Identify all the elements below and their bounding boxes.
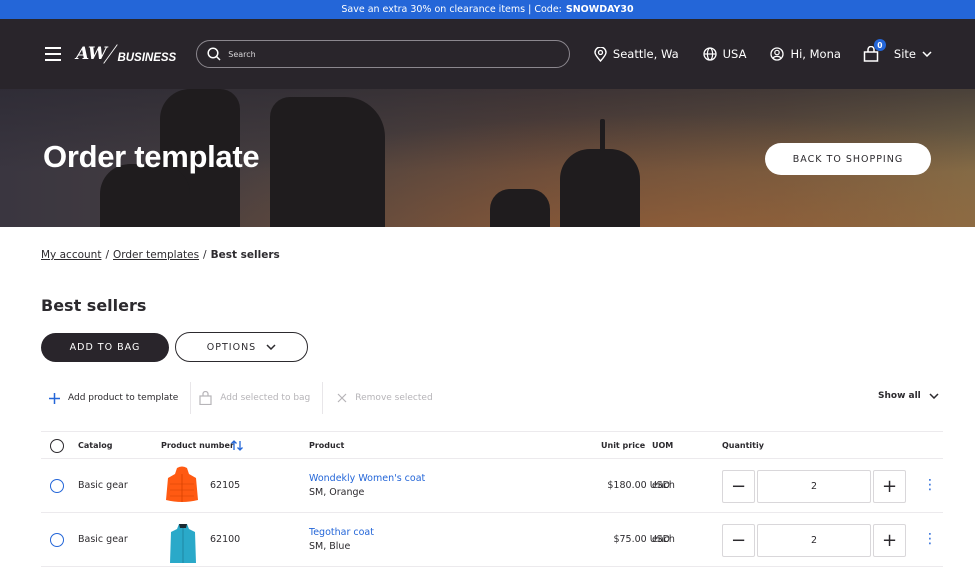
product-variant: SM, Orange [309,487,365,498]
breadcrumb-order-templates[interactable]: Order templates [113,249,199,261]
search-box[interactable] [196,40,571,68]
header-product: Product [309,441,345,450]
catalog-cell: Basic gear [78,480,128,491]
shopping-bag-button[interactable]: 0 [863,39,886,62]
back-to-shopping-button[interactable]: BACK TO SHOPPING [765,143,931,175]
add-product-label: Add product to template [68,393,179,403]
uom-cell: each [652,534,675,545]
plus-icon [49,392,60,404]
greeting-label: Hi, Mona [790,47,841,61]
user-icon [770,47,785,61]
decrease-quantity-button[interactable]: − [722,470,755,503]
table-row: Basic gear 62100 Tegothar coat SM, Blue … [41,513,943,567]
logo[interactable]: AW BUSINESS [76,44,176,64]
order-template-table: Catalog Product number Product Unit pric… [41,431,943,567]
product-name-link[interactable]: Tegothar coat [309,527,374,538]
hero-rock-middle [270,97,385,227]
quantity-input[interactable] [757,470,871,503]
header-quantity: Quantitiy [722,441,764,450]
header-uom: UOM [652,441,674,450]
show-all-label: Show all [878,391,921,401]
search-input[interactable] [228,49,529,59]
breadcrumb: My account / Order templates / Best sell… [41,249,280,261]
remove-selected-label: Remove selected [355,393,433,403]
decrease-quantity-button[interactable]: − [722,524,755,557]
breadcrumb-separator: / [105,249,109,261]
breadcrumb-separator: / [203,249,207,261]
hero-rock-right [560,149,640,227]
chevron-down-icon [922,51,932,57]
location-selector[interactable]: Seattle, Wa [594,46,679,62]
country-selector[interactable]: USA [702,47,747,61]
sort-icon[interactable] [231,440,243,451]
shopping-bag-icon [199,391,212,405]
menu-icon[interactable] [45,47,61,61]
add-to-bag-button[interactable]: ADD TO BAG [41,333,169,362]
product-name-link[interactable]: Wondekly Women's coat [309,473,425,484]
page-hero-title: Order template [43,139,260,174]
site-selector[interactable]: Site [894,47,932,61]
chevron-down-icon [929,393,939,399]
show-all-dropdown[interactable]: Show all [878,391,939,401]
close-icon [337,393,347,403]
row-select-radio[interactable] [50,533,64,547]
search-icon [207,47,221,61]
site-header: AW BUSINESS Seattle, Wa USA Hi, Mona 0 S… [0,19,975,89]
table-row: Basic gear 62105 Wondekly Women's coat S… [41,459,943,513]
more-options-icon[interactable]: ⋮ [923,478,937,492]
quantity-input[interactable] [757,524,871,557]
select-all-radio[interactable] [50,439,64,453]
logo-main: AW [76,44,107,64]
hero-hiker [600,119,605,151]
add-selected-to-bag-button[interactable]: Add selected to bag [191,382,322,414]
more-options-icon[interactable]: ⋮ [923,532,937,546]
template-toolbar: Add product to template Add selected to … [41,382,445,414]
increase-quantity-button[interactable]: + [873,524,906,557]
header-product-number: Product number [161,441,234,450]
chevron-down-icon [266,344,276,350]
product-number-cell: 62100 [210,534,241,545]
hero-rock-right2 [490,189,550,227]
options-label: OPTIONS [206,341,257,353]
promo-banner: Save an extra 30% on clearance items | C… [0,0,975,19]
row-select-radio[interactable] [50,479,64,493]
country-label: USA [722,47,747,61]
product-image-orange-jacket [166,466,198,502]
table-header: Catalog Product number Product Unit pric… [41,431,943,459]
promo-code: SNOWDAY30 [565,4,634,15]
location-label: Seattle, Wa [612,47,679,61]
header-catalog: Catalog [78,441,113,450]
template-title: Best sellers [41,296,147,315]
add-product-button[interactable]: Add product to template [41,382,190,414]
uom-cell: each [652,480,675,491]
hero-banner: Order template BACK TO SHOPPING [0,89,975,227]
options-dropdown[interactable]: OPTIONS [175,332,308,362]
globe-icon [702,47,717,61]
breadcrumb-current: Best sellers [210,249,280,261]
increase-quantity-button[interactable]: + [873,470,906,503]
account-menu[interactable]: Hi, Mona [770,47,841,61]
product-number-cell: 62105 [210,480,241,491]
add-selected-label: Add selected to bag [220,393,311,403]
promo-text: Save an extra 30% on clearance items | C… [341,4,562,15]
product-image-blue-jacket [170,524,196,563]
site-label: Site [893,47,916,61]
breadcrumb-my-account[interactable]: My account [41,249,101,261]
catalog-cell: Basic gear [78,534,128,545]
location-pin-icon [594,46,607,62]
logo-sub: BUSINESS [117,52,177,64]
bag-count-badge: 0 [873,39,886,51]
header-unit-price: Unit price [601,441,646,450]
remove-selected-button[interactable]: Remove selected [323,382,444,414]
product-variant: SM, Blue [309,541,351,552]
